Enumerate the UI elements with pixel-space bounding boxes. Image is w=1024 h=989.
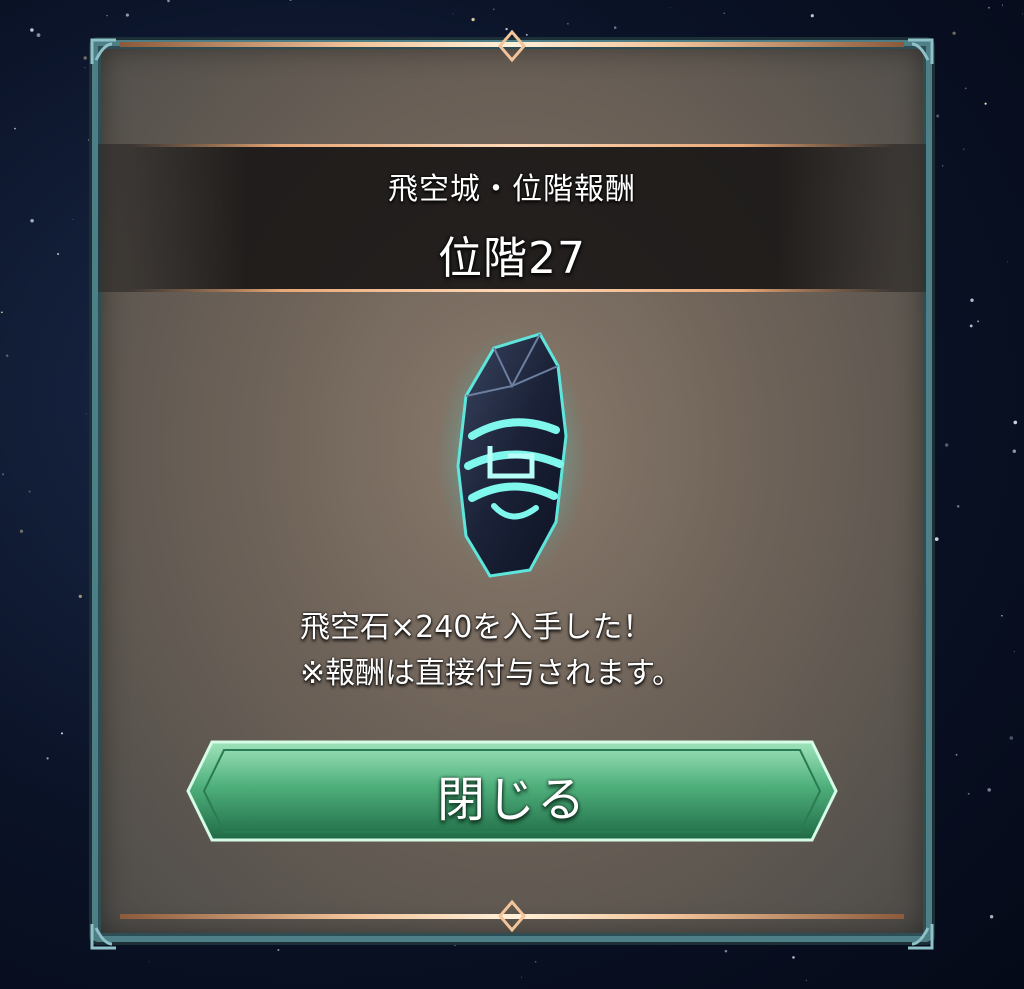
close-button-label: 閉じる — [436, 772, 587, 828]
star — [989, 915, 994, 919]
star — [964, 87, 967, 90]
star — [955, 753, 958, 756]
star — [14, 127, 16, 130]
bottom-center-ornament-icon — [498, 899, 526, 933]
star — [613, 26, 617, 29]
star — [28, 490, 31, 493]
star — [969, 324, 973, 328]
star — [956, 505, 960, 508]
star — [669, 7, 671, 8]
close-button[interactable]: 閉じる — [184, 738, 840, 844]
star — [1002, 4, 1003, 6]
reward-note: ※報酬は直接付与されます。 — [300, 656, 683, 691]
star — [1013, 651, 1015, 653]
star — [970, 298, 974, 302]
star — [724, 949, 728, 953]
star — [72, 218, 74, 220]
star — [945, 443, 949, 447]
star — [1009, 736, 1014, 740]
star — [1022, 13, 1023, 15]
star — [1, 311, 3, 314]
corner-knot-icon — [90, 924, 116, 950]
corner-knot-icon — [908, 924, 934, 950]
star — [805, 979, 807, 981]
top-center-ornament-icon — [498, 29, 526, 63]
star — [19, 529, 24, 533]
star — [534, 960, 537, 963]
reward-message: 飛空石×240を入手した！ — [300, 610, 653, 645]
star — [936, 114, 940, 118]
star — [521, 976, 522, 978]
star — [792, 956, 795, 959]
dialog-title: 位階27 — [438, 233, 586, 284]
dialog-subtitle: 飛空城・位階報酬 — [388, 172, 636, 207]
star — [46, 757, 49, 760]
star — [78, 594, 82, 599]
star — [148, 961, 150, 963]
star — [2, 473, 4, 476]
corner-knot-icon — [90, 38, 116, 64]
star — [36, 33, 41, 37]
star — [984, 102, 987, 105]
star — [125, 13, 129, 17]
star — [88, 139, 91, 141]
star — [452, 13, 454, 15]
star — [106, 15, 108, 17]
star — [277, 948, 280, 952]
star — [454, 944, 456, 946]
star — [1012, 449, 1016, 453]
star — [5, 354, 9, 358]
star — [987, 788, 991, 792]
sky-stone-crystal-icon — [436, 330, 588, 582]
banner-bottom-line — [130, 289, 894, 292]
star — [167, 0, 170, 3]
star — [471, 17, 475, 22]
star — [810, 14, 814, 18]
star — [493, 8, 495, 10]
star — [987, 6, 990, 9]
star — [977, 320, 980, 323]
star — [86, 413, 87, 415]
star — [967, 792, 970, 795]
star — [289, 0, 292, 2]
star — [952, 31, 956, 35]
star — [962, 148, 965, 150]
banner-top-line — [130, 144, 894, 147]
corner-knot-icon — [908, 38, 934, 64]
star — [60, 732, 64, 735]
star — [30, 28, 34, 32]
star — [934, 537, 939, 541]
star — [567, 22, 569, 25]
star — [723, 12, 725, 14]
star — [1013, 420, 1018, 425]
star — [1001, 615, 1003, 617]
